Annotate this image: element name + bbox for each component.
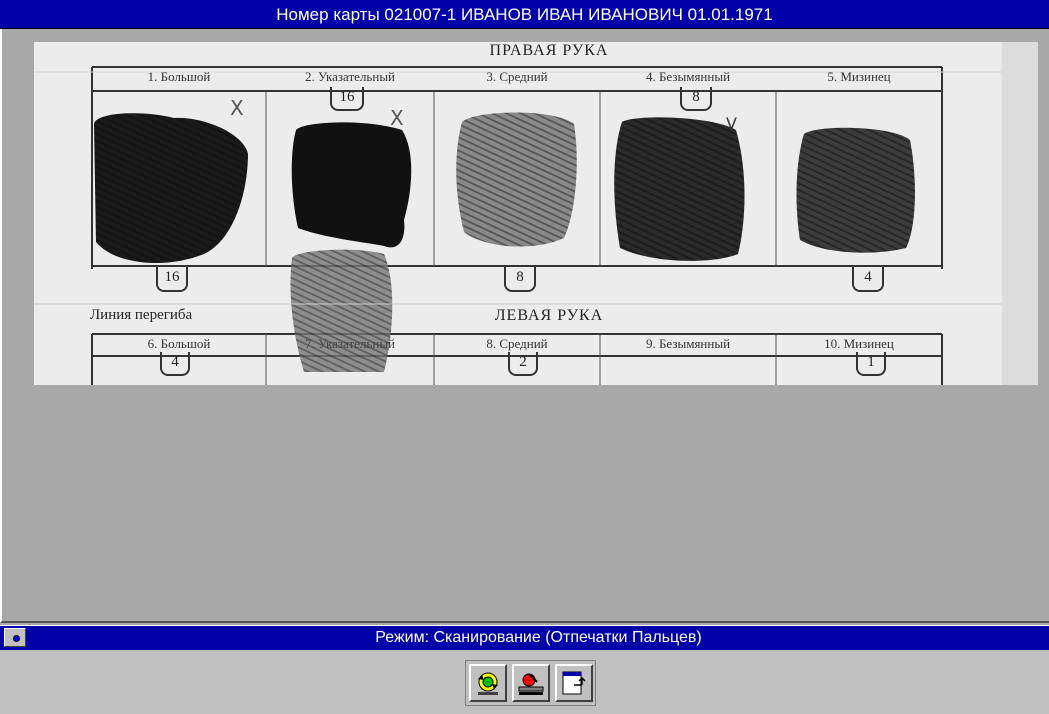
left-finger-label-9: 9. Безымянный bbox=[645, 336, 731, 351]
fingerprint-right-middle bbox=[456, 112, 577, 247]
fold-line-label: Линия перегиба bbox=[90, 307, 193, 323]
right-finger-label-5: 5. Мизинец bbox=[827, 69, 891, 84]
rotate-scan-button[interactable] bbox=[469, 664, 507, 702]
fingerprint-right-ring bbox=[614, 117, 745, 261]
status-menu-button[interactable] bbox=[4, 628, 26, 647]
right-finger-label-4: 4. Безымянный bbox=[645, 69, 731, 84]
right-finger-code-bottom-1: 16 bbox=[156, 266, 188, 292]
fingerprint-right-thumb bbox=[94, 113, 248, 264]
right-finger-label-1: 1. Большой bbox=[147, 69, 211, 84]
right-finger-mark-4: V bbox=[726, 114, 737, 133]
left-finger-code-top-8: 2 bbox=[508, 352, 538, 376]
right-finger-label-2: 2. Указательный bbox=[304, 69, 396, 84]
bottom-toolbar bbox=[0, 650, 1049, 714]
mode-status-text: Режим: Сканирование (Отпечатки Пальцев) bbox=[375, 629, 702, 646]
left-finger-code-top-6: 4 bbox=[160, 352, 190, 376]
rotate-scan-icon bbox=[478, 672, 498, 695]
left-finger-label-8: 8. Средний bbox=[486, 336, 548, 351]
right-finger-code-bottom-3: 8 bbox=[504, 266, 536, 292]
left-hand-title: ЛЕВАЯ РУКА bbox=[494, 307, 604, 324]
scanner-icon bbox=[518, 673, 544, 695]
window-title-bar: Номер карты 021007-1 ИВАНОВ ИВАН ИВАНОВИ… bbox=[0, 0, 1049, 29]
fingerprint-card-scan: ПРАВАЯ РУКА 1. Большой 2. Указательный 3… bbox=[34, 42, 1038, 385]
right-finger-code-top-4: 8 bbox=[680, 87, 712, 111]
right-finger-mark-2: Х bbox=[390, 106, 404, 130]
right-finger-label-3: 3. Средний bbox=[486, 69, 548, 84]
window-exit-icon bbox=[562, 671, 586, 695]
right-finger-mark-1: Х bbox=[230, 96, 244, 120]
status-bar: Режим: Сканирование (Отпечатки Пальцев) bbox=[0, 625, 1049, 650]
left-finger-label-7: 7. Указательный bbox=[304, 336, 396, 351]
left-finger-label-6: 6. Большой bbox=[147, 336, 211, 351]
exit-window-button[interactable] bbox=[555, 664, 593, 702]
scan-workspace: ПРАВАЯ РУКА 1. Большой 2. Указательный 3… bbox=[0, 29, 1049, 623]
status-dot-icon bbox=[13, 635, 20, 642]
tool-group bbox=[465, 660, 596, 706]
right-hand-title: ПРАВАЯ РУКА bbox=[489, 42, 609, 59]
right-finger-code-top-2: 16 bbox=[330, 87, 364, 111]
left-finger-label-10: 10. Мизинец bbox=[824, 336, 894, 351]
left-finger-code-top-10: 1 bbox=[856, 352, 886, 376]
window-title: Номер карты 021007-1 ИВАНОВ ИВАН ИВАНОВИ… bbox=[276, 5, 773, 24]
right-finger-code-bottom-5: 4 bbox=[852, 266, 884, 292]
scanner-button[interactable] bbox=[512, 664, 550, 702]
fingerprint-right-little bbox=[796, 127, 915, 253]
